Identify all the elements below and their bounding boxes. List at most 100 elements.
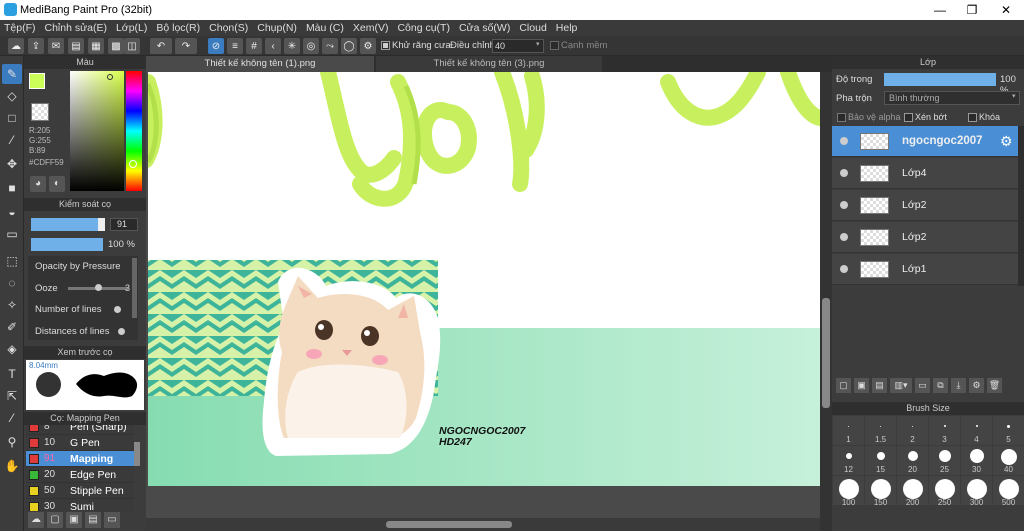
visibility-icon[interactable] [840, 169, 848, 177]
settings-icon[interactable]: ⚙ [360, 38, 376, 54]
canvas-image[interactable]: NGOCNGOC2007 HD247 [148, 72, 820, 486]
menu-tools[interactable]: Công cụ(T) [397, 22, 450, 34]
restore-button[interactable]: ❐ [956, 0, 988, 20]
rectangle-tool-icon[interactable]: □ [2, 108, 22, 128]
page-icon[interactable]: ▤ [68, 38, 84, 54]
select-tool-icon[interactable]: ⬚ [2, 251, 22, 271]
foreground-color-swatch[interactable] [29, 73, 45, 89]
comment-icon[interactable]: ✉ [48, 38, 64, 54]
menu-window[interactable]: Cửa số(W) [459, 22, 510, 34]
add-brush-icon[interactable]: ▢ [47, 512, 63, 528]
hue-slider[interactable] [126, 71, 142, 191]
brush-size-cell[interactable]: 15 [865, 446, 896, 475]
lines-handle[interactable] [114, 306, 121, 313]
brush-list-item[interactable]: 8 Pen (Sharp) [26, 425, 134, 435]
operation-tool-icon[interactable]: ⇱ [2, 386, 22, 406]
new-brush-icon[interactable]: ▣ [66, 512, 82, 528]
vertical-scrollbar[interactable] [820, 72, 832, 531]
distances-of-lines-option[interactable]: Distances of lines [35, 326, 109, 337]
layer-row[interactable]: Lớp2 [832, 222, 1018, 253]
text-tool-icon[interactable]: T [2, 364, 22, 384]
share-icon[interactable]: ⇪ [28, 38, 44, 54]
minimize-button[interactable]: — [924, 0, 956, 20]
tab-document-3[interactable]: Thiết kế không tên (3).png [376, 56, 602, 72]
brush-size-cell[interactable]: 300 [961, 476, 992, 507]
radial-snap-icon[interactable]: ✳ [284, 38, 300, 54]
blend-chevron-down-icon[interactable]: ▾ [1012, 92, 1016, 100]
visibility-icon[interactable] [840, 265, 848, 273]
brush-list-item[interactable]: 91 Mapping [26, 451, 134, 467]
trash-icon[interactable]: 🗑 [987, 378, 1002, 393]
clip-checkbox[interactable] [904, 113, 913, 122]
chevron-down-icon[interactable]: ▾ [536, 40, 540, 48]
layer-settings-icon[interactable]: ⚙ [969, 378, 984, 393]
perspective-snap-icon[interactable]: ‹ [265, 38, 281, 54]
grid-icon[interactable]: ▩ [108, 38, 124, 54]
close-button[interactable]: ✕ [990, 0, 1022, 20]
layer-row[interactable]: Lớp1 [832, 254, 1018, 285]
distance-handle[interactable] [118, 328, 125, 335]
options-scrollbar[interactable] [132, 258, 137, 318]
merge-layer-icon[interactable]: ⤓ [951, 378, 966, 393]
divide-tool-icon[interactable]: ⁄ [2, 408, 22, 428]
brush-size-cell[interactable]: 1 [833, 416, 864, 445]
brush-list-item[interactable]: 20 Edge Pen [26, 467, 134, 483]
layer-list-scrollbar[interactable] [1018, 126, 1024, 286]
move-tool-icon[interactable]: ✥ [2, 154, 22, 174]
select-pen-tool-icon[interactable]: ✐ [2, 317, 22, 337]
brush-size-cell[interactable]: 2 [897, 416, 928, 445]
size-value[interactable]: 91 [110, 218, 138, 231]
blend-mode-select[interactable]: Bình thường [884, 91, 1020, 105]
menu-layer[interactable]: Lớp(L) [116, 22, 147, 34]
layer-gear-icon[interactable]: ⚙ [1000, 133, 1013, 150]
snap-off-icon[interactable]: ⊘ [208, 38, 224, 54]
brush-size-cell[interactable]: 12 [833, 446, 864, 475]
lock-checkbox[interactable] [968, 113, 977, 122]
eraser-tool-icon[interactable]: ◇ [2, 86, 22, 106]
brush-size-cell[interactable]: 20 [897, 446, 928, 475]
layer-opacity-slider[interactable] [884, 73, 996, 86]
number-of-lines-option[interactable]: Number of lines [35, 304, 102, 315]
opacity-by-pressure-option[interactable]: Opacity by Pressure [35, 261, 121, 272]
soft-edge-checkbox[interactable] [550, 41, 559, 50]
protect-alpha-checkbox[interactable] [837, 113, 846, 122]
brush-tool-icon[interactable]: ✎ [2, 64, 22, 84]
undo-icon[interactable]: ↶ [150, 38, 172, 54]
new-8bit-layer-icon[interactable]: ▣ [854, 378, 869, 393]
curve-snap-icon[interactable]: ⤳ [322, 38, 338, 54]
folder-icon[interactable]: ▭ [104, 512, 120, 528]
ooze-handle[interactable] [95, 284, 102, 291]
layer-row[interactable]: Lớp2 [832, 190, 1018, 221]
brush-list-item[interactable]: 30 Sumi [26, 499, 134, 511]
new-layer-icon[interactable]: ▢ [836, 378, 851, 393]
cloud-brush-icon[interactable]: ☁ [28, 512, 44, 528]
menu-file[interactable]: Tệp(F) [4, 22, 36, 34]
eyedropper-tool-icon[interactable]: ⚲ [2, 432, 22, 452]
brush-size-cell[interactable]: 4 [961, 416, 992, 445]
lasso-tool-icon[interactable]: ◌ [2, 273, 22, 293]
hue-cursor[interactable] [129, 160, 137, 168]
color-wheel-icon[interactable]: ◐ [49, 176, 65, 192]
grid-snap-icon[interactable]: # [246, 38, 262, 54]
fill-rect-tool-icon[interactable]: ■ [2, 178, 22, 198]
add-layer-dropdown-icon[interactable]: ▥▾ [890, 378, 912, 393]
brush-size-cell[interactable]: 3 [929, 416, 960, 445]
duplicate-layer-icon[interactable]: ⧉ [933, 378, 948, 393]
brush-size-cell[interactable]: 150 [865, 476, 896, 507]
horizontal-scrollbar[interactable] [146, 518, 820, 531]
menu-select[interactable]: Chọn(S) [209, 22, 248, 34]
menu-cloud[interactable]: Cloud [519, 22, 546, 34]
brush-size-cell[interactable]: 1.5 [865, 416, 896, 445]
new-1bit-layer-icon[interactable]: ▤ [872, 378, 887, 393]
document-icon[interactable]: ▦ [88, 38, 104, 54]
brush-size-cell[interactable]: 40 [993, 446, 1024, 475]
brush-size-cell[interactable]: 5 [993, 416, 1024, 445]
vertical-scroll-thumb[interactable] [822, 298, 830, 408]
panels-icon[interactable]: ◫ [124, 38, 140, 54]
menu-help[interactable]: Help [556, 22, 578, 34]
copy-brush-icon[interactable]: ▤ [85, 512, 101, 528]
brush-size-cell[interactable]: 100 [833, 476, 864, 507]
visibility-icon[interactable] [840, 201, 848, 209]
sv-cursor[interactable] [107, 74, 113, 80]
ooze-option[interactable]: Ooze [35, 283, 58, 294]
